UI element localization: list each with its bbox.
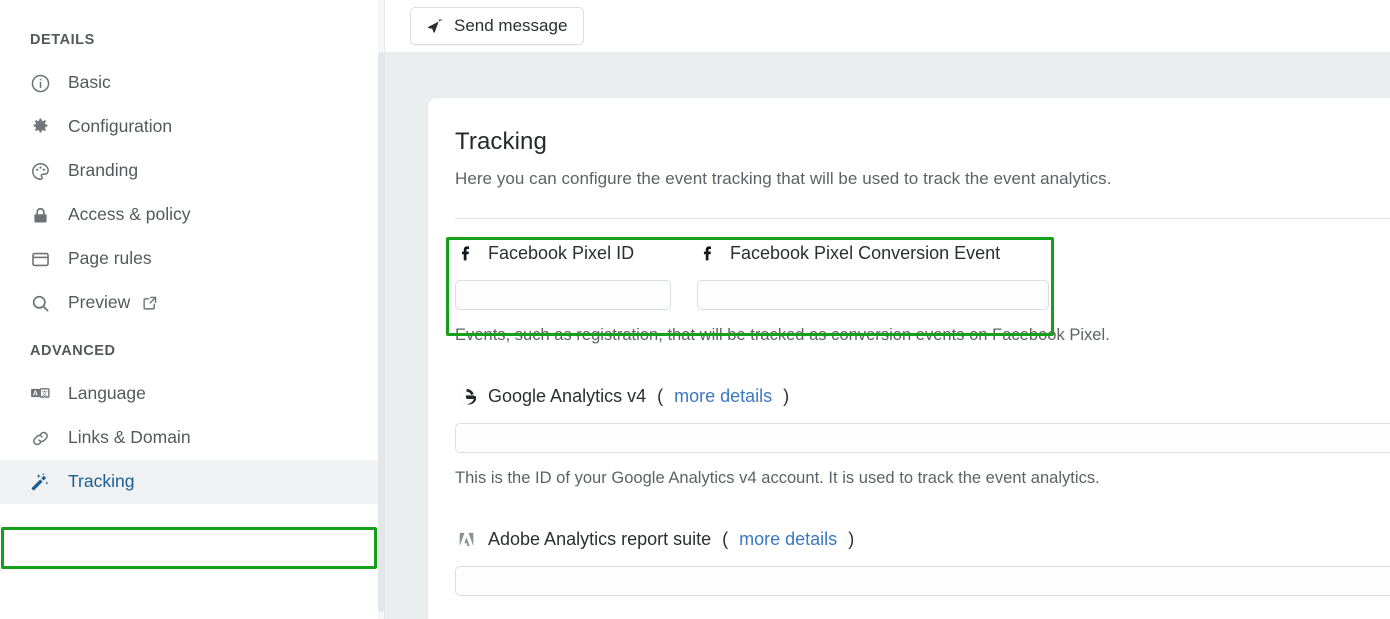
- sidebar-item-access-policy[interactable]: Access & policy: [0, 193, 384, 237]
- sidebar-section-title-advanced: ADVANCED: [30, 343, 116, 359]
- sidebar-item-configuration[interactable]: Configuration: [0, 105, 384, 149]
- send-message-button[interactable]: Send message: [410, 7, 585, 45]
- sidebar-item-language[interactable]: A 文 Language: [0, 372, 384, 416]
- tracking-card: Tracking Here you can configure the even…: [428, 98, 1390, 619]
- sidebar-item-label: Branding: [68, 160, 139, 181]
- sidebar-item-label: Basic: [68, 72, 111, 93]
- facebook-f-icon: [697, 242, 719, 264]
- facebook-pixel-row: Facebook Pixel ID Facebook Pixel Convers…: [455, 240, 1390, 310]
- facebook-pixel-conversion-event-field: Facebook Pixel Conversion Event: [697, 240, 1049, 310]
- paper-plane-icon: [425, 17, 444, 36]
- facebook-f-icon: [455, 242, 477, 264]
- paren-close: ): [783, 385, 790, 406]
- lock-icon: [28, 203, 52, 227]
- sidebar-item-label: Preview: [68, 292, 131, 313]
- google-more-details-link[interactable]: more details: [674, 386, 772, 407]
- external-link-icon[interactable]: [141, 294, 159, 312]
- google-analytics-label: Google Analytics v4: [488, 385, 647, 406]
- page-subtitle: Here you can configure the event trackin…: [455, 169, 1112, 188]
- search-icon: [28, 291, 52, 315]
- sidebar-item-links-domain[interactable]: Links & Domain: [0, 416, 384, 460]
- google-analytics-help-text: This is the ID of your Google Analytics …: [455, 469, 1100, 487]
- paren-open: (: [722, 528, 729, 549]
- sidebar-item-preview[interactable]: Preview: [0, 281, 384, 325]
- google-analytics-id-input[interactable]: [455, 423, 1390, 453]
- sidebar-nav-details: Basic Configuration Branding Access & po…: [0, 61, 384, 325]
- google-g-icon: [455, 385, 477, 407]
- sidebar-item-label: Access & policy: [68, 204, 191, 225]
- facebook-pixel-conversion-event-label: Facebook Pixel Conversion Event: [730, 242, 1001, 263]
- sidebar-item-label: Links & Domain: [68, 427, 191, 448]
- sidebar-scrollbar-track[interactable]: [378, 0, 384, 619]
- google-analytics-label-row: Google Analytics v4 ( more details): [455, 383, 1390, 409]
- magic-wand-icon: [28, 470, 52, 494]
- palette-icon: [28, 159, 52, 183]
- sidebar-item-label: Language: [68, 383, 146, 404]
- section-divider: [455, 218, 1390, 219]
- facebook-pixel-id-label: Facebook Pixel ID: [488, 242, 635, 263]
- link-icon: [28, 426, 52, 450]
- paren-close: ): [848, 528, 855, 549]
- facebook-pixel-id-field: Facebook Pixel ID: [455, 240, 671, 310]
- svg-text:A: A: [33, 390, 38, 397]
- sidebar-item-tracking[interactable]: Tracking: [0, 460, 384, 504]
- adobe-more-details-link[interactable]: more details: [739, 529, 837, 550]
- adobe-analytics-label-row: Adobe Analytics report suite ( more detai…: [455, 526, 1390, 552]
- settings-sidebar: DETAILS Basic Configuration Branding Acc…: [0, 0, 385, 619]
- sidebar-scrollbar-thumb[interactable]: [378, 52, 384, 612]
- svg-text:文: 文: [41, 388, 48, 397]
- sidebar-item-basic[interactable]: Basic: [0, 61, 384, 105]
- adobe-analytics-report-suite-input[interactable]: [455, 566, 1390, 596]
- top-toolbar: Send message: [385, 0, 1390, 52]
- sidebar-item-label: Tracking: [68, 471, 135, 492]
- sidebar-item-label: Configuration: [68, 116, 173, 137]
- sidebar-item-label: Page rules: [68, 248, 152, 269]
- facebook-pixel-id-input[interactable]: [455, 280, 671, 310]
- window-icon: [28, 247, 52, 271]
- adobe-analytics-group: Adobe Analytics report suite ( more detai…: [455, 526, 1390, 596]
- gear-icon: [28, 115, 52, 139]
- send-message-label: Send message: [454, 16, 568, 35]
- facebook-pixel-id-label-row: Facebook Pixel ID: [455, 240, 671, 266]
- sidebar-item-branding[interactable]: Branding: [0, 149, 384, 193]
- adobe-icon: [455, 528, 477, 550]
- facebook-pixel-group: Facebook Pixel ID Facebook Pixel Convers…: [455, 240, 1390, 345]
- content-scroll-area: Tracking Here you can configure the even…: [385, 52, 1390, 619]
- page-title: Tracking: [455, 128, 547, 155]
- sidebar-nav-advanced: A 文 Language Links & Domain Tracking: [0, 372, 384, 504]
- main-panel: Send message Tracking Here you can confi…: [385, 0, 1390, 619]
- adobe-analytics-label: Adobe Analytics report suite: [488, 528, 712, 549]
- google-analytics-group: Google Analytics v4 ( more details) This …: [455, 383, 1390, 488]
- translate-icon: A 文: [28, 382, 52, 406]
- facebook-pixel-help-text: Events, such as registration, that will …: [455, 326, 1110, 344]
- paren-open: (: [657, 385, 664, 406]
- sidebar-section-title-details: DETAILS: [30, 32, 95, 48]
- sidebar-item-page-rules[interactable]: Page rules: [0, 237, 384, 281]
- facebook-pixel-conversion-event-input[interactable]: [697, 280, 1049, 310]
- facebook-pixel-conversion-event-label-row: Facebook Pixel Conversion Event: [697, 240, 1049, 266]
- info-circle-icon: [28, 71, 52, 95]
- app-root: DETAILS Basic Configuration Branding Acc…: [0, 0, 1390, 619]
